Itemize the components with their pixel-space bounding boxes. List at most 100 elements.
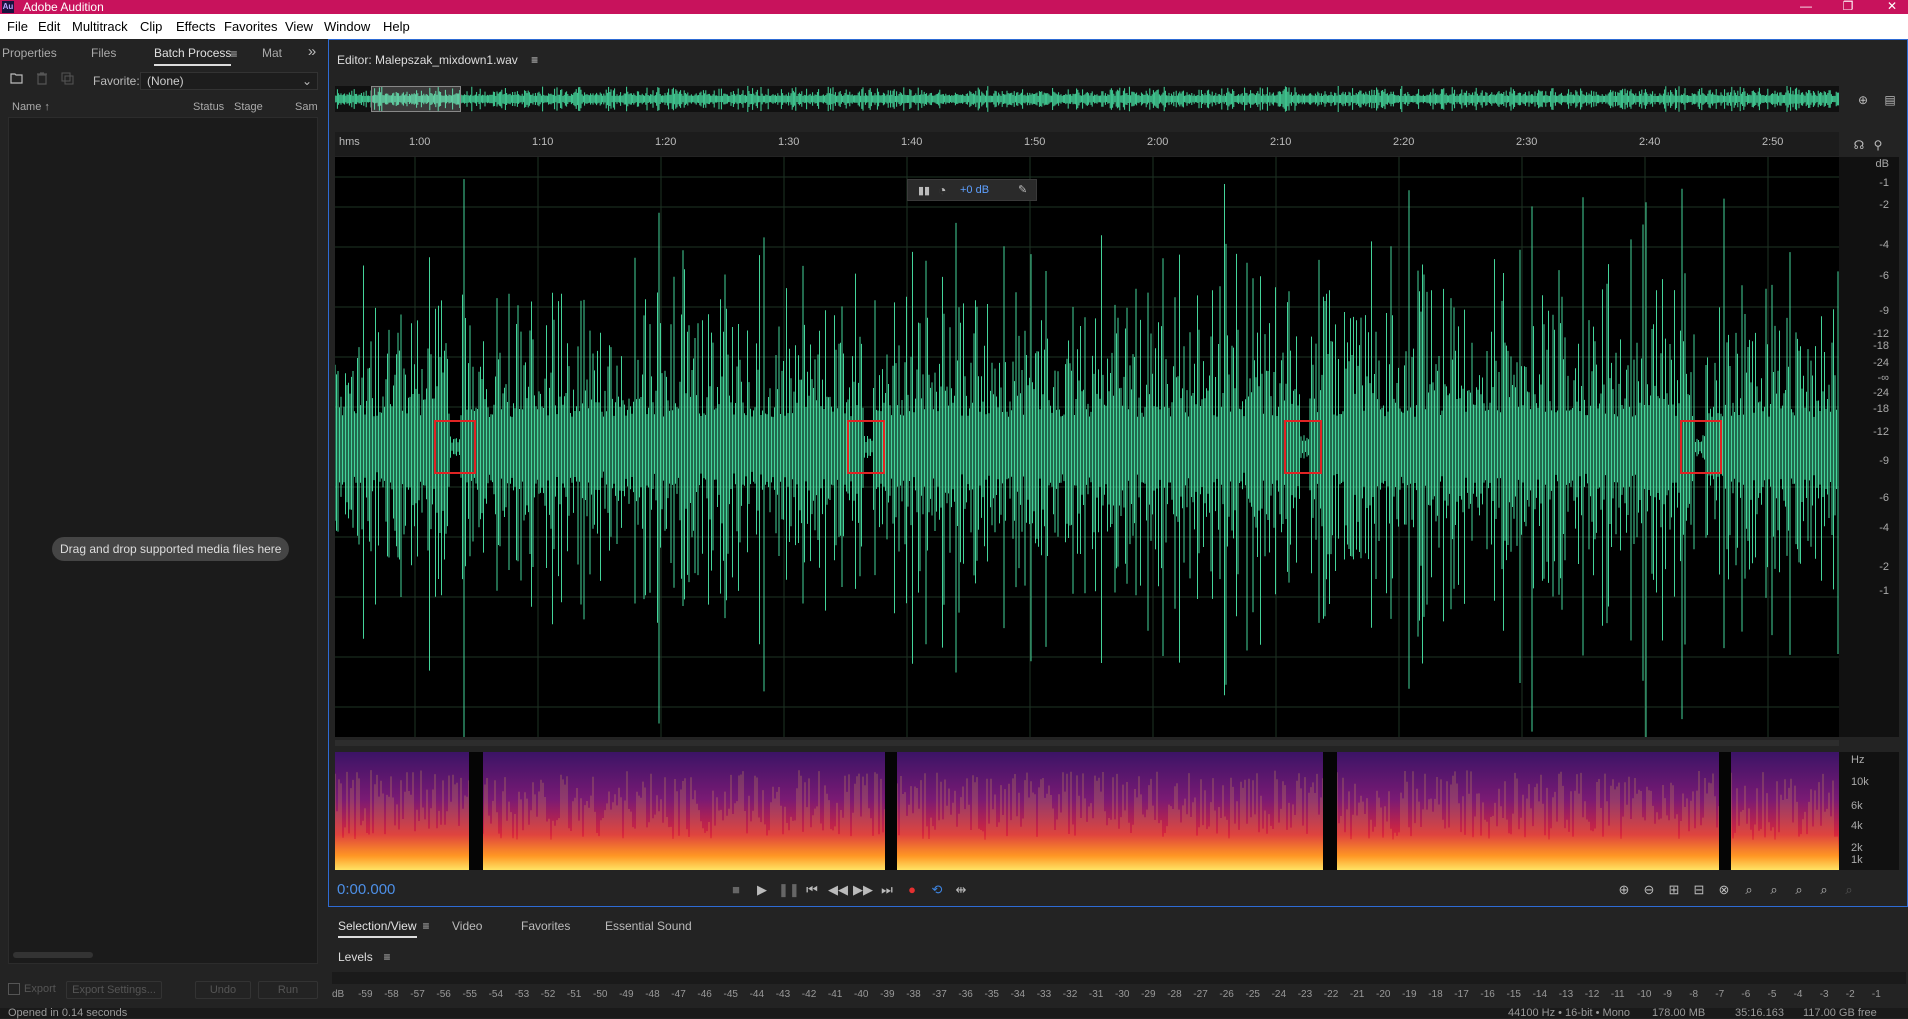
tab-selection-view[interactable]: Selection/View — [338, 919, 417, 938]
ruler-tick: 1:40 — [901, 136, 923, 148]
minimize-button[interactable]: — — [1796, 0, 1816, 14]
timecode-display[interactable]: 0:00.000 — [337, 881, 395, 898]
record-button[interactable]: ● — [903, 881, 921, 899]
menu-effects[interactable]: Effects — [176, 19, 216, 34]
volume-hud[interactable]: ▮▮ ◔ +0 dB ✎ — [907, 179, 1037, 201]
loop-playback-button[interactable]: ⟲ — [928, 881, 946, 899]
undo-button[interactable]: Undo — [195, 981, 251, 999]
pin-hud-icon[interactable]: ✎ — [1018, 183, 1027, 196]
level-scale-tick: -42 — [801, 989, 817, 1000]
menu-edit[interactable]: Edit — [38, 19, 60, 34]
zoom-out-amplitude-icon[interactable]: ⊖ — [1640, 881, 1658, 899]
column-status[interactable]: Status — [193, 101, 224, 113]
zoom-out-full-icon[interactable]: ⊗ — [1715, 881, 1733, 899]
zoom-disabled-icon[interactable]: ⌕ — [1840, 881, 1858, 899]
column-name[interactable]: Name ↑ — [12, 101, 50, 113]
menu-multitrack[interactable]: Multitrack — [72, 19, 128, 34]
close-button[interactable]: ✕ — [1882, 0, 1902, 14]
view-splitter[interactable] — [335, 740, 1839, 746]
waveform-display[interactable]: ▮▮ ◔ +0 dB ✎ — [334, 157, 1839, 742]
level-scale-tick: dB — [332, 989, 345, 1000]
column-stage[interactable]: Stage — [234, 101, 263, 113]
expand-panels-icon[interactable]: » — [304, 44, 320, 60]
menu-window[interactable]: Window — [324, 19, 370, 34]
tab-video[interactable]: Video — [452, 919, 482, 933]
skip-to-end-button[interactable]: ⏭ — [878, 881, 896, 899]
tab-properties[interactable]: Properties — [2, 46, 57, 60]
column-sample[interactable]: Sam — [295, 101, 318, 113]
menu-help[interactable]: Help — [383, 19, 410, 34]
play-button[interactable]: ▶ — [753, 881, 771, 899]
level-scale-tick: -33 — [1036, 989, 1052, 1000]
pause-button[interactable]: ❚❚ — [778, 881, 800, 899]
level-scale-tick: -48 — [645, 989, 660, 1000]
level-scale-tick: -23 — [1297, 989, 1313, 1000]
level-scale: dB -59 -58 -57 -56 -55 -54 -53 -52 -51 -50 -49 -48 -4… — [332, 989, 1906, 1003]
volume-knob-icon[interactable]: ◔ — [938, 182, 946, 198]
zoom-selection-icon[interactable]: ⌕ — [1790, 881, 1808, 899]
level-scale-tick: -56 — [436, 989, 451, 1000]
pin-icon[interactable]: ⚲ — [1870, 137, 1886, 153]
menu-clip[interactable]: Clip — [140, 19, 162, 34]
level-scale-tick: -5 — [1767, 989, 1777, 1000]
level-scale-tick: -51 — [566, 989, 582, 1000]
tab-files[interactable]: Files — [91, 46, 116, 60]
tab-match[interactable]: Mat — [262, 46, 282, 60]
stop-button[interactable]: ■ — [727, 881, 745, 899]
panel-menu-icon[interactable]: ≡ — [226, 46, 242, 62]
restore-button[interactable]: ❐ — [1838, 0, 1858, 14]
spectral-display[interactable] — [334, 752, 1839, 870]
menu-view[interactable]: View — [285, 19, 313, 34]
ruler-tick: 1:00 — [409, 136, 431, 148]
db-tick: -18 — [1873, 403, 1889, 415]
ruler-tick: 2:30 — [1516, 136, 1538, 148]
status-free-space: 117.00 GB free — [1803, 1007, 1877, 1019]
zoom-reset-icon[interactable]: ⌕ — [1815, 881, 1833, 899]
level-scale-tick: -44 — [749, 989, 765, 1000]
overview-viewport-handle[interactable] — [371, 86, 461, 112]
level-scale-tick: -20 — [1376, 989, 1391, 1000]
tab-favorites[interactable]: Favorites — [521, 919, 570, 933]
menu-file[interactable]: File — [7, 19, 28, 34]
level-scale-tick: -12 — [1584, 989, 1600, 1000]
zoom-in-point-icon[interactable]: ⌕ — [1740, 881, 1758, 899]
open-folder-icon[interactable] — [9, 72, 25, 88]
status-duration: 35:16.163 — [1735, 1007, 1784, 1019]
db-tick: -6 — [1879, 492, 1889, 504]
display-options-icon[interactable]: ▤ — [1882, 92, 1898, 108]
export-checkbox[interactable] — [8, 983, 20, 995]
db-tick: -12 — [1873, 426, 1889, 438]
selection-view-menu-icon[interactable]: ≡ — [418, 918, 434, 934]
duplicate-icon[interactable] — [59, 72, 75, 88]
zoom-out-point-icon[interactable]: ⌕ — [1765, 881, 1783, 899]
zoom-in-amplitude-icon[interactable]: ⊕ — [1615, 881, 1633, 899]
time-ruler[interactable]: hms 1:00 1:10 1:20 1:30 1:40 1:50 2:00 2:10 2:20… — [335, 132, 1839, 156]
level-scale-tick: -52 — [540, 989, 556, 1000]
zoom-in-time-icon[interactable]: ⊞ — [1665, 881, 1683, 899]
overview-waveform[interactable] — [334, 85, 1840, 113]
db-tick: -24 — [1873, 387, 1889, 399]
menu-favorites[interactable]: Favorites — [224, 19, 277, 34]
tab-essential-sound[interactable]: Essential Sound — [605, 919, 692, 933]
delete-icon[interactable] — [34, 72, 50, 88]
level-scale-tick: -14 — [1532, 989, 1548, 1000]
skip-to-start-button[interactable]: ⏮ — [803, 881, 821, 899]
zoom-to-selection-icon[interactable]: ⊕ — [1855, 92, 1871, 108]
export-settings-button[interactable]: Export Settings... — [66, 981, 162, 999]
headphone-icon[interactable]: ☊ — [1851, 137, 1867, 153]
editor-title: Editor: Malepszak_mixdown1.wav ≡ — [337, 53, 539, 67]
run-button[interactable]: Run — [258, 981, 318, 999]
ruler-tick: 1:30 — [778, 136, 800, 148]
favorite-select[interactable]: (None) ⌄ — [140, 72, 318, 90]
levels-menu-icon[interactable]: ≡ — [379, 949, 395, 965]
volume-value[interactable]: +0 dB — [960, 184, 989, 196]
skip-selection-button[interactable]: ⇹ — [952, 881, 970, 899]
editor-menu-icon[interactable]: ≡ — [531, 53, 538, 67]
level-scale-tick: -19 — [1402, 989, 1417, 1000]
rewind-button[interactable]: ◀◀ — [828, 881, 848, 899]
horizontal-scrollbar[interactable] — [13, 952, 93, 958]
zoom-out-time-icon[interactable]: ⊟ — [1690, 881, 1708, 899]
left-panel-tabs: Properties Files Batch Process ≡ Mat » — [0, 39, 326, 66]
fast-forward-button[interactable]: ▶▶ — [853, 881, 873, 899]
tab-batch-process[interactable]: Batch Process — [154, 46, 232, 66]
